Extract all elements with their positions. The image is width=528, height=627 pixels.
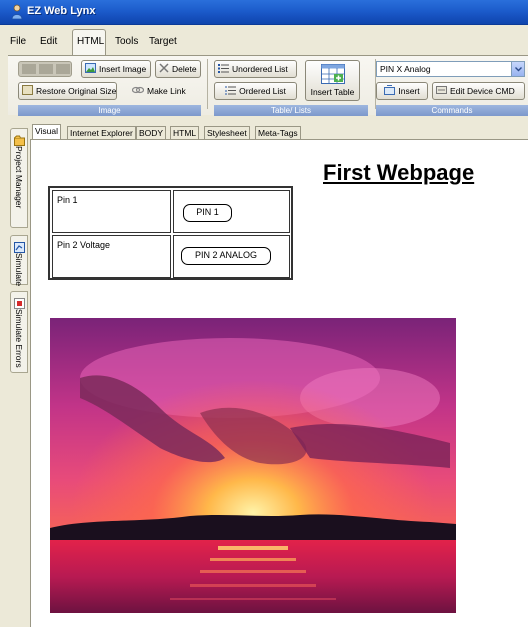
ribbon: Insert Image Delete Restore Original Siz… xyxy=(8,55,528,116)
pin-table[interactable]: Pin 1 PIN 1 Pin 2 Voltage PIN 2 ANALOG xyxy=(48,186,293,280)
menu-file[interactable]: File xyxy=(10,36,26,47)
unordered-list-button[interactable]: Unordered List xyxy=(214,60,297,78)
tab-simulate-errors-label: Simulate Errors xyxy=(14,309,24,368)
pin-1-label: Pin 1 xyxy=(57,195,78,205)
tab-simulate[interactable]: Simulate xyxy=(10,235,28,287)
tab-project-manager[interactable]: Project Manager xyxy=(10,128,28,228)
insert-image-label: Insert Image xyxy=(99,64,147,74)
picture-icon xyxy=(85,62,96,78)
menu-html[interactable]: HTML xyxy=(77,36,104,47)
tab-simulate-errors[interactable]: Simulate Errors xyxy=(10,291,28,373)
make-link-label: Make Link xyxy=(147,86,186,96)
pin-2-voltage-label: Pin 2 Voltage xyxy=(57,240,111,250)
insert-command-icon xyxy=(384,84,396,100)
unordered-list-label: Unordered List xyxy=(232,64,288,74)
image-group-label: Image xyxy=(18,105,201,116)
tab-visual[interactable]: Visual xyxy=(32,124,61,140)
command-select[interactable]: PIN X Analog xyxy=(376,61,525,77)
edit-device-cmd-button[interactable]: Edit Device CMD xyxy=(432,82,525,100)
menu-edit[interactable]: Edit xyxy=(40,36,57,47)
app-icon xyxy=(10,4,24,20)
restore-label: Restore Original Size xyxy=(36,86,117,96)
editor-tab-strip: Visual Internet Explorer BODY HTML Style… xyxy=(30,124,528,140)
table-group-label: Table/ Lists xyxy=(214,105,368,116)
chevron-down-icon[interactable] xyxy=(511,62,524,76)
tab-simulate-label: Simulate xyxy=(14,253,24,287)
make-link-button[interactable]: Make Link xyxy=(122,82,201,100)
pin-1-button[interactable]: PIN 1 xyxy=(183,204,232,222)
pin-2-analog-button[interactable]: PIN 2 ANALOG xyxy=(181,247,271,265)
menu-target[interactable]: Target xyxy=(149,36,177,47)
insert-command-label: Insert xyxy=(398,86,420,96)
restore-original-size-button[interactable]: Restore Original Size xyxy=(18,82,117,100)
delete-button[interactable]: Delete xyxy=(155,60,201,78)
image-middle-icon xyxy=(39,64,53,74)
insert-command-button[interactable]: Insert xyxy=(376,82,428,100)
delete-label: Delete xyxy=(172,64,197,74)
tab-meta-tags[interactable]: Meta-Tags xyxy=(255,126,301,140)
image-left-icon xyxy=(22,64,36,74)
ordered-list-button[interactable]: Ordered List xyxy=(214,82,297,100)
ordered-list-label: Ordered List xyxy=(239,86,286,96)
table-cell[interactable]: Pin 1 xyxy=(52,190,171,233)
ordered-list-icon xyxy=(225,84,237,100)
restore-size-icon xyxy=(22,84,33,100)
edit-device-label: Edit Device CMD xyxy=(450,86,515,96)
table-cell[interactable]: PIN 1 xyxy=(173,190,290,233)
side-tabs: Project Manager Simulate Simulate Errors xyxy=(8,122,30,627)
image-group: Insert Image Delete Restore Original Siz… xyxy=(8,56,205,116)
image-nav-buttons[interactable] xyxy=(18,61,72,77)
tab-internet-explorer[interactable]: Internet Explorer xyxy=(67,126,136,140)
link-icon xyxy=(131,84,145,100)
tab-project-manager-label: Project Manager xyxy=(14,146,24,209)
page-title[interactable]: First Webpage xyxy=(323,160,474,186)
tab-stylesheet[interactable]: Stylesheet xyxy=(204,126,250,140)
commands-group: PIN X Analog Insert Edit Device CMD Comm… xyxy=(376,56,528,116)
insert-table-label: Insert Table xyxy=(310,87,355,97)
insert-table-button[interactable]: Insert Table xyxy=(305,60,360,101)
table-cell[interactable]: PIN 2 ANALOG xyxy=(173,235,290,278)
tab-body[interactable]: BODY xyxy=(136,126,167,140)
delete-icon xyxy=(159,62,169,78)
tab-html[interactable]: HTML xyxy=(170,126,200,140)
table-cell[interactable]: Pin 2 Voltage xyxy=(52,235,171,278)
commands-group-label: Commands xyxy=(376,105,528,116)
edit-device-icon xyxy=(436,84,447,100)
insert-image-button[interactable]: Insert Image xyxy=(81,60,151,78)
sunset-image[interactable] xyxy=(50,318,456,613)
window-title: EZ Web Lynx xyxy=(27,5,96,17)
title-bar: EZ Web Lynx xyxy=(0,0,528,25)
visual-canvas[interactable]: First Webpage Pin 1 PIN 1 Pin 2 Voltage … xyxy=(30,139,528,627)
command-select-value: PIN X Analog xyxy=(380,64,431,74)
table-icon xyxy=(321,64,345,89)
unordered-list-icon xyxy=(218,62,229,78)
table-lists-group: Unordered List Ordered List Insert Table… xyxy=(208,56,374,116)
image-right-icon xyxy=(56,64,70,74)
menu-bar: File Edit HTML Tools Target xyxy=(0,25,528,55)
menu-tools[interactable]: Tools xyxy=(115,36,138,47)
